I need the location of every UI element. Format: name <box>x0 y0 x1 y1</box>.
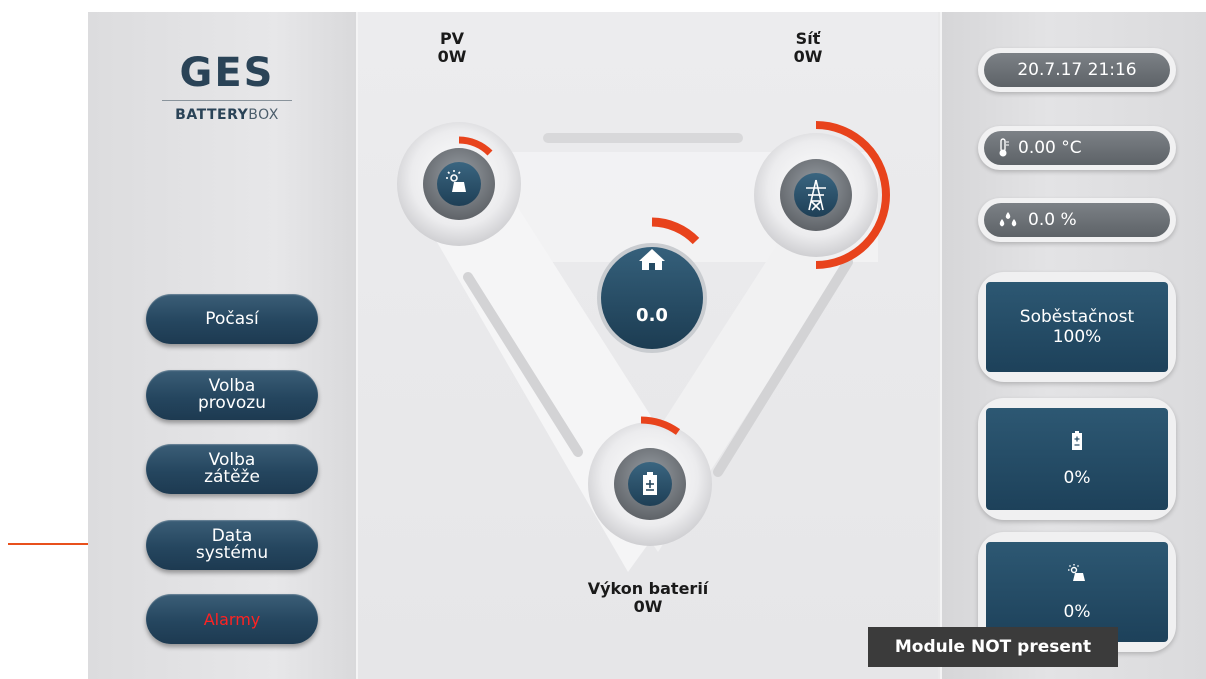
alarms-button[interactable]: Alarmy <box>146 594 318 644</box>
weather-button[interactable]: Počasí <box>146 294 318 344</box>
battery-level-frame: 0% <box>978 398 1176 520</box>
humidity-display: 0.0 % <box>978 198 1176 242</box>
battery-power-label: Výkon baterií 0W <box>558 580 738 616</box>
self-sufficiency-value: 100% <box>1052 327 1102 347</box>
logo-mark: GES <box>179 50 275 96</box>
system-data-label-2: systému <box>195 543 269 563</box>
datetime-text: 20.7.17 21:16 <box>984 53 1170 87</box>
logo-brand-bold: BATTERY <box>175 107 249 123</box>
home-value: 0.0 <box>636 305 668 326</box>
battery-level-icon <box>1071 430 1083 456</box>
grid-title: Síť <box>795 29 821 48</box>
humidity-value: 0.0 % <box>1028 210 1077 230</box>
battery-power-value: 0W <box>633 597 663 616</box>
ges-logo: GES BATTERYBOX <box>152 50 302 123</box>
system-data-button[interactable]: Data systému <box>146 520 318 570</box>
alarms-button-label: Alarmy <box>203 609 261 629</box>
battery-icon <box>643 472 657 495</box>
grid-label: Síť 0W <box>778 30 838 66</box>
module-status-bar: Module NOT present <box>868 627 1118 667</box>
battery-level-tile[interactable]: 0% <box>986 408 1168 510</box>
solar-level-icon <box>1066 563 1088 588</box>
battery-level-value: 0% <box>1063 467 1091 488</box>
operation-mode-button[interactable]: Volba provozu <box>146 370 318 420</box>
load-selection-label-2: zátěže <box>204 467 260 487</box>
pv-node[interactable] <box>397 122 521 246</box>
weather-button-label: Počasí <box>205 308 259 329</box>
left-panel: GES BATTERYBOX Počasí Volba provozu Volb… <box>88 12 358 679</box>
self-sufficiency-label: Soběstačnost <box>1019 307 1135 327</box>
self-sufficiency-frame: Soběstačnost 100% <box>978 272 1176 382</box>
energy-flow-panel: PV 0W Síť 0W 0.0 Výkon baterií 0W <box>358 12 938 679</box>
self-sufficiency-tile[interactable]: Soběstačnost 100% <box>986 282 1168 372</box>
logo-brand-thin: BOX <box>248 107 279 123</box>
droplets-icon <box>996 211 1020 229</box>
thermometer-icon <box>996 138 1010 158</box>
operation-mode-label-2: provozu <box>198 393 266 413</box>
hmi-screen: GES BATTERYBOX Počasí Volba provozu Volb… <box>88 12 1206 679</box>
logo-divider <box>162 100 292 101</box>
temperature-display: 0.00 °C <box>978 126 1176 170</box>
logo-brand: BATTERYBOX <box>152 107 302 123</box>
pv-title: PV <box>439 29 465 48</box>
datetime-display: 20.7.17 21:16 <box>978 48 1176 92</box>
solar-level-value: 0% <box>1063 601 1091 622</box>
temperature-value: 0.00 °C <box>1018 138 1082 158</box>
load-selection-button[interactable]: Volba zátěže <box>146 444 318 494</box>
pv-value: 0W <box>437 47 467 66</box>
pv-label: PV 0W <box>422 30 482 66</box>
status-panel: 20.7.17 21:16 0.00 °C 0.0 % Soběstačnost… <box>940 12 1206 679</box>
grid-value: 0W <box>793 47 823 66</box>
battery-power-title: Výkon baterií <box>587 579 709 598</box>
